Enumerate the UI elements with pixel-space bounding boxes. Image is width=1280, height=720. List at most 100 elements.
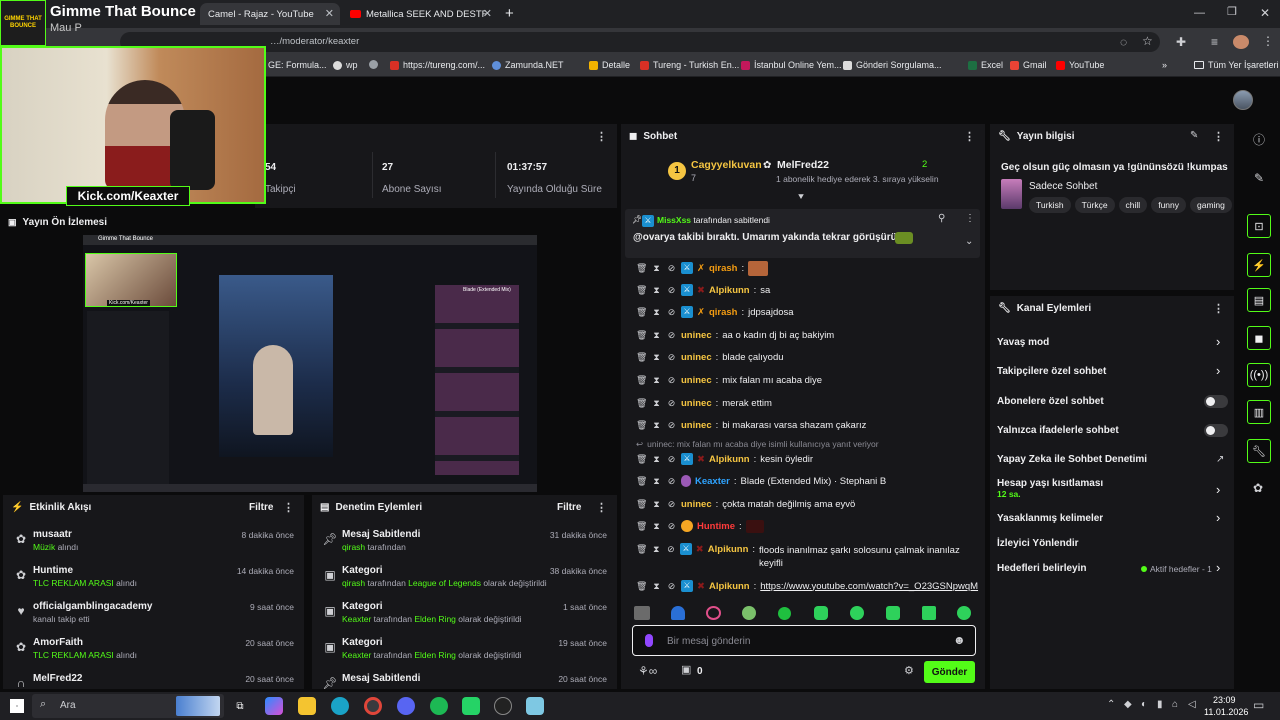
network-icon[interactable]: ⌂ — [1172, 700, 1178, 710]
ban-icon[interactable]: ⊘ — [666, 521, 677, 532]
spotify-icon[interactable] — [430, 697, 448, 715]
category-icon[interactable]: ▣ — [681, 665, 691, 676]
moderation-item[interactable]: ▣ Kategori Keaxter tarafından Elden Ring… — [312, 597, 617, 633]
chat-message[interactable]: 🗑︎ ⧗ ⊘ Huntime: — [636, 518, 981, 534]
extensions-icon[interactable]: ✚ — [1176, 36, 1186, 48]
close-tab-icon[interactable]: ✕ — [483, 7, 492, 20]
emote[interactable] — [886, 606, 900, 620]
activity-item[interactable]: ♥ officialgamblingacademy kanalı takip e… — [3, 597, 304, 633]
tray-chevron-icon[interactable]: ⌃ — [1107, 700, 1115, 710]
chat-message[interactable]: 🗑︎ ⧗ ⊘ uninec: mix falan mı acaba diye — [636, 372, 981, 388]
ban-icon[interactable]: ⊘ — [666, 352, 677, 363]
timeout-icon[interactable]: ⧗ — [651, 454, 662, 465]
chat-message[interactable]: 🗑︎ ⧗ ⊘ Keaxter: Blade (Extended Mix) · Step… — [636, 473, 981, 489]
timeout-icon[interactable]: ⧗ — [651, 330, 662, 341]
moderation-filter-button[interactable]: Filtre — [557, 502, 581, 513]
rail-button-broadcast[interactable]: ((•)) — [1247, 363, 1271, 387]
timeout-icon[interactable]: ⧗ — [651, 285, 662, 296]
settings-gear-icon[interactable]: ⚙ — [904, 666, 914, 677]
info-icon[interactable]: ⓘ — [1253, 134, 1265, 146]
timeout-icon[interactable]: ⧗ — [651, 375, 662, 386]
delete-icon[interactable]: 🗑︎ — [636, 454, 647, 465]
activity-item[interactable]: ∩ MelFred22 20 saat önce — [3, 669, 304, 689]
chat-link[interactable]: https://www.youtube.com/watch?v=_O23GSNp… — [760, 581, 978, 592]
emote[interactable] — [850, 606, 864, 620]
tray-app-icon[interactable]: ◆ — [1124, 700, 1132, 710]
chat-message[interactable]: 🗑︎ ⧗ ⊘ uninec: bi makarası varsa shazam çak… — [636, 417, 981, 433]
bookmark[interactable]: Excel — [968, 60, 1003, 70]
minimize-icon[interactable]: — — [1194, 8, 1205, 19]
tag[interactable]: funny — [1151, 197, 1186, 213]
edge-icon[interactable] — [331, 697, 349, 715]
bookmark[interactable]: https://tureng.com/... — [390, 60, 485, 70]
clock-date[interactable]: 11.01.2026 — [1204, 707, 1248, 717]
ban-icon[interactable]: ⊘ — [666, 476, 677, 487]
collapse-chevron-icon[interactable]: ⯆ — [797, 192, 805, 203]
task-view-icon[interactable]: ⧉ — [231, 697, 249, 715]
stats-menu-icon[interactable]: ⋮ — [596, 130, 607, 143]
timeout-icon[interactable]: ⧗ — [651, 581, 662, 592]
delete-icon[interactable]: 🗑︎ — [636, 476, 647, 487]
close-window-icon[interactable]: ✕ — [1260, 7, 1270, 19]
more-bookmarks-icon[interactable]: » — [1162, 60, 1167, 70]
chat-message[interactable]: 🗑︎ ⧗ ⊘ ⚔ ✖ Alpikunn: https://www.youtube.com… — [636, 578, 981, 594]
delete-icon[interactable]: 🗑︎ — [636, 330, 647, 341]
emote[interactable] — [922, 606, 936, 620]
close-tab-icon[interactable]: ✕ — [325, 7, 334, 20]
whatsapp-icon[interactable] — [462, 697, 480, 715]
moderation-menu-icon[interactable]: ⋮ — [596, 501, 607, 514]
delete-icon[interactable]: 🗑︎ — [636, 521, 647, 532]
action-slow-mode[interactable]: Yavaş mod — [997, 337, 1049, 348]
bookmark[interactable]: İstanbul Online Yem... — [741, 60, 842, 70]
chat-message[interactable]: 🗑︎ ⧗ ⊘ uninec: blade çalıyodu — [636, 349, 981, 365]
rail-button-wrench[interactable]: 🔧︎ — [1247, 439, 1271, 463]
user-avatar[interactable] — [1233, 90, 1253, 110]
action-followers-only[interactable]: Takipçilere özel sohbet — [997, 366, 1106, 377]
chevron-right-icon[interactable]: › — [1216, 363, 1220, 378]
pinned-menu-icon[interactable]: ⋮ — [965, 214, 975, 224]
pinned-message[interactable]: 📌︎ ⚔ MissXss tarafından sabitlendi @ovar… — [625, 209, 980, 258]
chat-message[interactable]: 🗑︎ ⧗ ⊘ ⚔ ✗ qirash: — [636, 260, 981, 276]
chevron-right-icon[interactable]: › — [1216, 482, 1220, 497]
delete-icon[interactable]: 🗑︎ — [636, 375, 647, 386]
all-bookmarks[interactable]: Tüm Yer İşaretleri — [1194, 60, 1279, 70]
ban-icon[interactable]: ⊘ — [666, 544, 677, 555]
send-button[interactable]: Gönder — [924, 661, 975, 683]
chat-message[interactable]: 🗑︎ ⧗ ⊘ uninec: çokta matah değilmiş ama eyv… — [636, 496, 981, 512]
browser-menu-icon[interactable]: ⋮ — [1262, 35, 1274, 47]
emoji-icon[interactable]: ☻ — [953, 634, 966, 646]
tag[interactable]: gaming — [1190, 197, 1232, 213]
bookmark[interactable]: YouTube — [1056, 60, 1104, 70]
ban-icon[interactable]: ⊘ — [666, 263, 677, 274]
chat-menu-icon[interactable]: ⋮ — [964, 130, 975, 143]
taskbar-search[interactable]: ⌕ Ara — [32, 694, 224, 718]
bookmark[interactable]: Zamunda.NET — [492, 60, 564, 70]
rail-button-bolt[interactable]: ⚡ — [1247, 253, 1271, 277]
emotes-only-toggle[interactable] — [1204, 424, 1228, 437]
mic-tray-icon[interactable]: ▮ — [1157, 700, 1163, 710]
edit-pencil-icon[interactable]: ✎ — [1190, 131, 1198, 141]
delete-icon[interactable]: 🗑︎ — [636, 352, 647, 363]
subscribers-only-toggle[interactable] — [1204, 395, 1228, 408]
bookmark[interactable]: GE: Formula... — [268, 60, 327, 70]
chat-message[interactable]: 🗑︎ ⧗ ⊘ uninec: aa o kadın dj bi aç bakiyim — [636, 327, 981, 343]
bookmark[interactable]: Gmail — [1010, 60, 1047, 70]
bookmark[interactable]: Tureng - Turkish En... — [640, 60, 739, 70]
bookmark[interactable]: Gönderi Sorgulama... — [843, 60, 942, 70]
tray-app-icon[interactable]: ◐ — [1141, 700, 1147, 710]
emote[interactable] — [742, 606, 756, 620]
timeout-icon[interactable]: ⧗ — [651, 476, 662, 487]
delete-icon[interactable]: 🗑︎ — [636, 544, 647, 555]
moderation-item[interactable]: ▣ Kategori qirash tarafından League of L… — [312, 561, 617, 597]
chat-input-box[interactable]: Bir mesaj gönderin ☻ — [632, 625, 976, 656]
ban-icon[interactable]: ⊘ — [666, 330, 677, 341]
activity-menu-icon[interactable]: ⋮ — [283, 501, 294, 514]
bookmark[interactable]: wp — [333, 60, 358, 70]
tag[interactable]: Türkçe — [1074, 197, 1115, 213]
action-banned-words[interactable]: Yasaklanmış kelimeler — [997, 513, 1103, 524]
timeout-icon[interactable]: ⧗ — [651, 544, 662, 555]
timeout-icon[interactable]: ⧗ — [651, 398, 662, 409]
timeout-icon[interactable]: ⧗ — [651, 499, 662, 510]
action-set-goals[interactable]: Hedefleri belirleyin — [997, 563, 1086, 574]
ban-icon[interactable]: ⊘ — [666, 454, 677, 465]
